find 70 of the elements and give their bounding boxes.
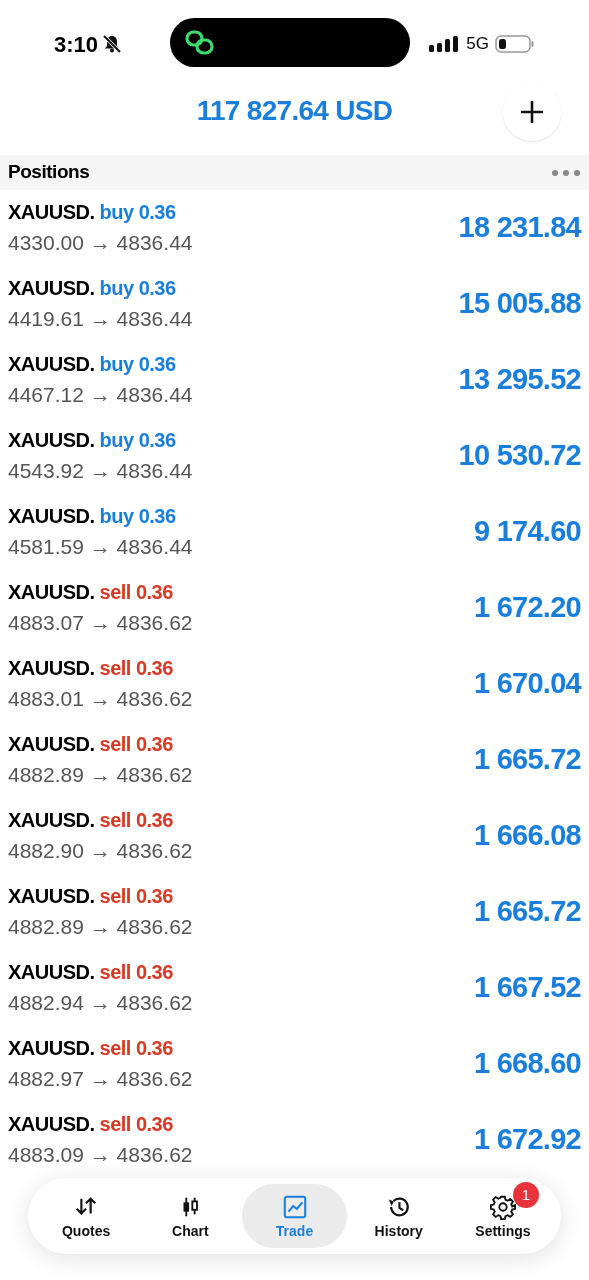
section-title: Positions	[8, 160, 90, 185]
symbol-label: XAUUSD.	[8, 352, 95, 377]
symbol-label: XAUUSD.	[8, 428, 95, 453]
line-chart-icon	[281, 1194, 308, 1220]
add-button[interactable]	[503, 83, 561, 141]
order-label: sell 0.36	[99, 1036, 173, 1061]
symbol-label: XAUUSD.	[8, 1112, 95, 1137]
tab[interactable]: Quotes	[34, 1184, 139, 1248]
profit-value: 1 665.72	[473, 894, 581, 930]
order-label: buy 0.36	[99, 428, 176, 453]
profit-value: 1 672.92	[473, 1122, 581, 1158]
symbol-label: XAUUSD.	[8, 960, 95, 985]
order-label: sell 0.36	[99, 960, 173, 985]
price-change: 4882.97 → 4836.62	[8, 1066, 193, 1093]
price-change: 4467.12 → 4836.44	[8, 382, 193, 409]
profit-value: 1 670.04	[473, 666, 581, 702]
link-icon	[184, 28, 216, 57]
symbol-label: XAUUSD.	[8, 200, 95, 225]
more-icon[interactable]	[551, 168, 581, 177]
profit-value: 10 530.72	[458, 438, 581, 474]
price-change: 4882.90 → 4836.62	[8, 838, 193, 865]
symbol-label: XAUUSD.	[8, 884, 95, 909]
symbol-label: XAUUSD.	[8, 1036, 95, 1061]
order-label: sell 0.36	[99, 808, 173, 833]
tab[interactable]: Chart	[138, 1184, 243, 1248]
battery-icon	[495, 34, 535, 54]
network-label: 5G	[466, 33, 489, 56]
order-label: sell 0.36	[99, 732, 173, 757]
symbol-label: XAUUSD.	[8, 808, 95, 833]
profit-value: 1 668.60	[473, 1046, 581, 1082]
symbol-label: XAUUSD.	[8, 504, 95, 529]
symbol-label: XAUUSD.	[8, 732, 95, 757]
price-change: 4883.07 → 4836.62	[8, 610, 193, 637]
tab[interactable]: Settings 1	[450, 1184, 555, 1248]
order-label: buy 0.36	[99, 504, 176, 529]
profit-value: 9 174.60	[473, 514, 581, 550]
profit-value: 13 295.52	[458, 362, 581, 398]
profit-value: 1 666.08	[473, 818, 581, 854]
tab[interactable]: History	[346, 1184, 451, 1248]
order-label: sell 0.36	[99, 580, 173, 605]
symbol-label: XAUUSD.	[8, 580, 95, 605]
plus-icon	[519, 99, 545, 125]
profit-value: 1 672.20	[473, 590, 581, 626]
profit-value: 1 667.52	[473, 970, 581, 1006]
profit-value: 15 005.88	[458, 286, 581, 322]
order-label: sell 0.36	[99, 656, 173, 681]
clock-time: 3:10	[54, 30, 99, 59]
order-label: buy 0.36	[99, 276, 176, 301]
price-change: 4330.00 → 4836.44	[8, 230, 193, 257]
symbol-label: XAUUSD.	[8, 276, 95, 301]
order-label: buy 0.36	[99, 352, 176, 377]
profit-value: 1 665.72	[473, 742, 581, 778]
price-change: 4882.94 → 4836.62	[8, 990, 193, 1017]
order-label: sell 0.36	[99, 1112, 173, 1137]
price-change: 4882.89 → 4836.62	[8, 914, 193, 941]
order-label: buy 0.36	[99, 200, 176, 225]
price-change: 4581.59 → 4836.44	[8, 534, 193, 561]
price-change: 4883.01 → 4836.62	[8, 686, 193, 713]
settings-icon	[489, 1194, 516, 1220]
account-balance: 117 827.64 USD	[196, 94, 393, 128]
symbol-label: XAUUSD.	[8, 656, 95, 681]
price-change: 4419.61 → 4836.44	[8, 306, 193, 333]
price-change: 4882.89 → 4836.62	[8, 762, 193, 789]
signal-icon	[429, 35, 461, 53]
price-change: 4883.09 → 4836.62	[8, 1142, 193, 1169]
order-label: sell 0.36	[99, 884, 173, 909]
profit-value: 18 231.84	[458, 210, 581, 246]
bell-off-icon	[102, 34, 123, 54]
price-change: 4543.92 → 4836.44	[8, 458, 193, 485]
notification-badge: 1	[512, 1182, 539, 1208]
